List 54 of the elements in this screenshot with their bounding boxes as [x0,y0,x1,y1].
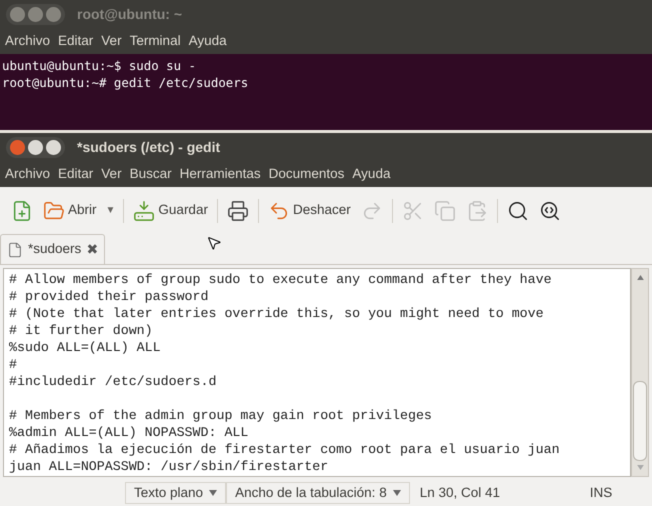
scroll-thumb[interactable] [633,381,647,461]
code-line: %sudo ALL=(ALL) ALL [9,339,161,356]
code-line: # (Note that later entries override this, so you might need to move [9,305,544,322]
caret-icon [392,490,401,496]
file-icon [7,242,23,258]
code-line: # it further down) [9,322,153,339]
code-line: # Añadimos la ejecución de firestarter como root para el usuario juan [9,441,560,458]
window-title: root@ubuntu: ~ [77,4,182,24]
code-line: juan ALL=NOPASSWD: /usr/sbin/firestarter [9,458,328,475]
scissors-icon [402,200,424,222]
code-line: #includedir /etc/sudoers.d [9,373,216,390]
document-tab[interactable]: *sudoers ✖ [0,234,106,264]
mouse-pointer-icon [206,234,222,252]
window-title: *sudoers (/etc) - gedit [77,138,220,157]
scroll-up-icon [636,275,644,280]
copy-icon [434,200,456,222]
terminal-line: root@ubuntu:~# gedit /etc/sudoers [2,74,248,91]
menu-item[interactable]: Ver [97,30,126,52]
syntax-dropdown[interactable]: Texto plano [125,482,226,504]
code-line: %admin ALL=(ALL) NOPASSWD: ALL [9,424,248,441]
menu-item[interactable]: Archivo [1,30,54,52]
dropdown-button[interactable]: ▼ [102,197,120,224]
menu-item[interactable]: Ver [97,164,126,184]
folder-icon [43,200,65,222]
terminal-line: ubuntu@ubuntu:~$ sudo su - [2,57,196,74]
menu-item[interactable]: Herramientas [176,164,265,184]
menu-item[interactable]: Archivo [1,164,54,184]
caret-icon [209,490,218,496]
save-icon [133,200,156,222]
toolbar-button[interactable]: Guardar [128,194,213,228]
scroll-down-icon [636,465,644,470]
menu-item[interactable]: Buscar [126,164,176,184]
code-line: # Members of the admin group may gain root privileges [9,407,432,424]
scrollbar[interactable] [631,268,649,477]
menu-item[interactable]: Editar [54,164,98,184]
toolbar-button[interactable]: Deshacer [262,194,356,228]
cursor-position: Ln 30, Col 41 [420,484,502,502]
menu-item[interactable]: Ayuda [184,30,231,52]
code-line: # provided their password [9,288,208,305]
new-file-icon [11,200,33,222]
search-icon [506,200,529,222]
insert-mode: INS [590,484,612,502]
close-tab-button[interactable]: ✖ [86,239,98,260]
text-editor[interactable] [3,268,631,477]
code-line: # Allow members of group sudo to execute any command after they have [9,271,552,288]
menu-item[interactable]: Editar [54,30,98,52]
toolbar-button[interactable]: Abrir [38,194,102,228]
code-line: # [9,356,17,373]
tab-label: *sudoers [28,240,82,258]
menu-item[interactable]: Documentos [264,164,348,184]
printer-icon [226,200,249,222]
menu-item[interactable]: Ayuda [348,164,394,184]
menu-item[interactable]: Terminal [126,30,185,52]
tab-width-dropdown[interactable]: Ancho de la tabulación: 8 [226,482,410,504]
